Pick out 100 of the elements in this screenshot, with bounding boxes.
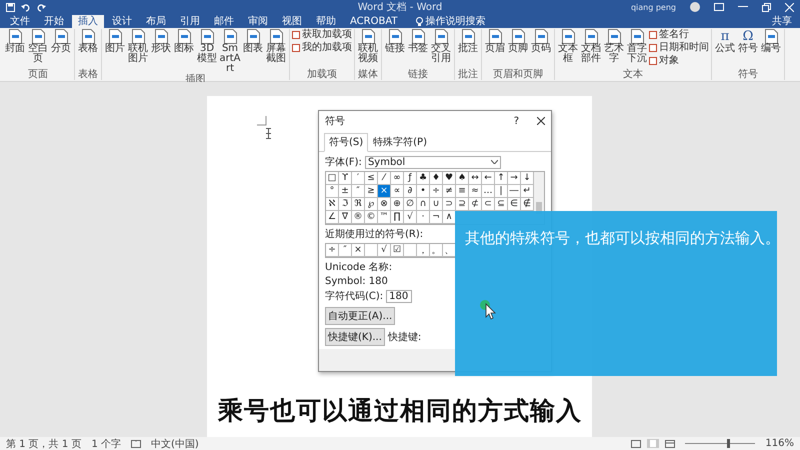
- ribbon-small-button[interactable]: 签名行: [649, 29, 709, 41]
- ribbon-small-button[interactable]: 我的加载项: [292, 42, 352, 54]
- save-icon[interactable]: [6, 2, 15, 12]
- read-mode-icon[interactable]: [631, 440, 642, 448]
- symbol-cell[interactable]: ♥: [443, 172, 456, 185]
- restore-icon[interactable]: [762, 2, 771, 12]
- redo-icon[interactable]: [37, 2, 46, 12]
- symbol-cell[interactable]: ∩: [417, 198, 430, 211]
- ribbon-tab[interactable]: 引用: [174, 15, 206, 28]
- ribbon-button[interactable]: 分页: [50, 29, 72, 69]
- ribbon-button[interactable]: 链接: [384, 29, 406, 69]
- ribbon-small-button[interactable]: 对象: [649, 55, 709, 67]
- ribbon-tab[interactable]: 设计: [106, 15, 138, 28]
- symbol-cell[interactable]: ÷: [430, 185, 443, 198]
- symbol-cell[interactable]: ∂: [404, 185, 417, 198]
- recent-symbol-cell[interactable]: ☑: [391, 244, 404, 257]
- symbol-cell[interactable]: □: [326, 172, 339, 185]
- proofing-book-icon[interactable]: [131, 440, 141, 448]
- ribbon-tab[interactable]: 文件: [4, 15, 36, 28]
- ribbon-button[interactable]: 交叉引用: [430, 29, 452, 69]
- symbol-cell[interactable]: ♣: [417, 172, 430, 185]
- share-button[interactable]: 共享: [764, 15, 800, 28]
- symbol-cell[interactable]: ∅: [404, 198, 417, 211]
- dialog-button[interactable]: 快捷键(K)...: [325, 328, 385, 346]
- symbol-cell[interactable]: ©: [365, 211, 378, 224]
- symbol-cell[interactable]: ⊕: [391, 198, 404, 211]
- ribbon-button[interactable]: 首字下沉: [626, 29, 648, 69]
- ribbon-button[interactable]: 封面: [4, 29, 26, 69]
- char-code-field[interactable]: 180: [386, 290, 412, 302]
- symbol-cell[interactable]: ±: [339, 185, 352, 198]
- font-dropdown[interactable]: Symbol: [364, 156, 501, 168]
- ribbon-button[interactable]: 页码: [530, 29, 552, 69]
- dialog-tab[interactable]: 特殊字符(P): [368, 133, 432, 151]
- recent-symbol-cell[interactable]: ×: [352, 244, 365, 257]
- ribbon-button[interactable]: 联机视频: [357, 29, 379, 69]
- empty-symbol-cell[interactable]: [404, 244, 417, 257]
- dialog-tab[interactable]: 符号(S): [324, 133, 368, 152]
- recent-symbol-cell[interactable]: 。: [430, 244, 443, 257]
- symbol-cell[interactable]: ℜ: [352, 198, 365, 211]
- symbol-cell[interactable]: |: [495, 185, 508, 198]
- avatar-icon[interactable]: [690, 2, 700, 12]
- symbol-cell[interactable]: ¬: [430, 211, 443, 224]
- ribbon-button[interactable]: 空白页: [27, 29, 49, 69]
- empty-symbol-cell[interactable]: [365, 244, 378, 257]
- symbol-cell[interactable]: ―: [508, 185, 521, 198]
- ribbon-tab[interactable]: 帮助: [310, 15, 342, 28]
- symbol-cell[interactable]: ℵ: [326, 198, 339, 211]
- symbol-cell[interactable]: ≡: [456, 185, 469, 198]
- ribbon-button[interactable]: 批注: [457, 29, 479, 69]
- ribbon-button[interactable]: 形状: [150, 29, 172, 74]
- symbol-cell[interactable]: ←: [482, 172, 495, 185]
- recent-symbol-cell[interactable]: ，: [417, 244, 430, 257]
- ribbon-button[interactable]: 艺术字: [603, 29, 625, 69]
- ribbon-display-icon[interactable]: [714, 3, 724, 11]
- ribbon-button[interactable]: 编号: [760, 29, 782, 69]
- dialog-button[interactable]: 自动更正(A)...: [325, 307, 396, 325]
- symbol-cell[interactable]: ♦: [430, 172, 443, 185]
- ribbon-button[interactable]: 表格: [77, 29, 99, 69]
- help-button[interactable]: ?: [514, 116, 519, 126]
- ribbon-button[interactable]: 页脚: [507, 29, 529, 69]
- ribbon-button[interactable]: 书签: [407, 29, 429, 69]
- ribbon-button[interactable]: 3D模型: [196, 29, 218, 74]
- ribbon-tab[interactable]: 审阅: [242, 15, 274, 28]
- ribbon-button[interactable]: 图表: [242, 29, 264, 74]
- recent-symbol-cell[interactable]: ″: [339, 244, 352, 257]
- ribbon-button[interactable]: π 公式: [714, 29, 736, 69]
- symbol-cell[interactable]: ƒ: [404, 172, 417, 185]
- symbol-cell[interactable]: ∝: [391, 185, 404, 198]
- symbol-cell[interactable]: °: [326, 185, 339, 198]
- symbol-cell[interactable]: ∏: [391, 211, 404, 224]
- symbol-cell[interactable]: ⊃: [443, 198, 456, 211]
- zoom-level[interactable]: 116%: [765, 438, 794, 449]
- close-icon[interactable]: [537, 117, 545, 125]
- symbol-cell[interactable]: ≤: [365, 172, 378, 185]
- symbol-cell[interactable]: ×: [378, 185, 391, 198]
- ribbon-button[interactable]: 图标: [173, 29, 195, 74]
- symbol-cell[interactable]: ∠: [326, 211, 339, 224]
- symbol-cell[interactable]: ↔: [469, 172, 482, 185]
- symbol-cell[interactable]: •: [417, 185, 430, 198]
- tell-me-search[interactable]: 操作说明搜索: [416, 15, 486, 28]
- ribbon-tab[interactable]: 开始: [38, 15, 70, 28]
- symbol-cell[interactable]: ♠: [456, 172, 469, 185]
- web-layout-icon[interactable]: [665, 440, 676, 448]
- ribbon-button[interactable]: 联机图片: [127, 29, 149, 74]
- symbol-cell[interactable]: ∇: [339, 211, 352, 224]
- minimize-icon[interactable]: [738, 6, 748, 8]
- ribbon-button[interactable]: SmartArt: [219, 29, 241, 74]
- symbol-cell[interactable]: →: [508, 172, 521, 185]
- symbol-cell[interactable]: ℑ: [339, 198, 352, 211]
- symbol-cell[interactable]: ≠: [443, 185, 456, 198]
- ribbon-small-button[interactable]: 日期和时间: [649, 42, 709, 54]
- symbol-cell[interactable]: ⋅: [417, 211, 430, 224]
- ribbon-tab[interactable]: 视图: [276, 15, 308, 28]
- symbol-cell[interactable]: ∪: [430, 198, 443, 211]
- symbol-cell[interactable]: ⊗: [378, 198, 391, 211]
- symbol-cell[interactable]: ′: [352, 172, 365, 185]
- symbol-cell[interactable]: ℘: [365, 198, 378, 211]
- ribbon-tab[interactable]: 邮件: [208, 15, 240, 28]
- undo-icon[interactable]: [21, 2, 31, 12]
- symbol-cell[interactable]: √: [404, 211, 417, 224]
